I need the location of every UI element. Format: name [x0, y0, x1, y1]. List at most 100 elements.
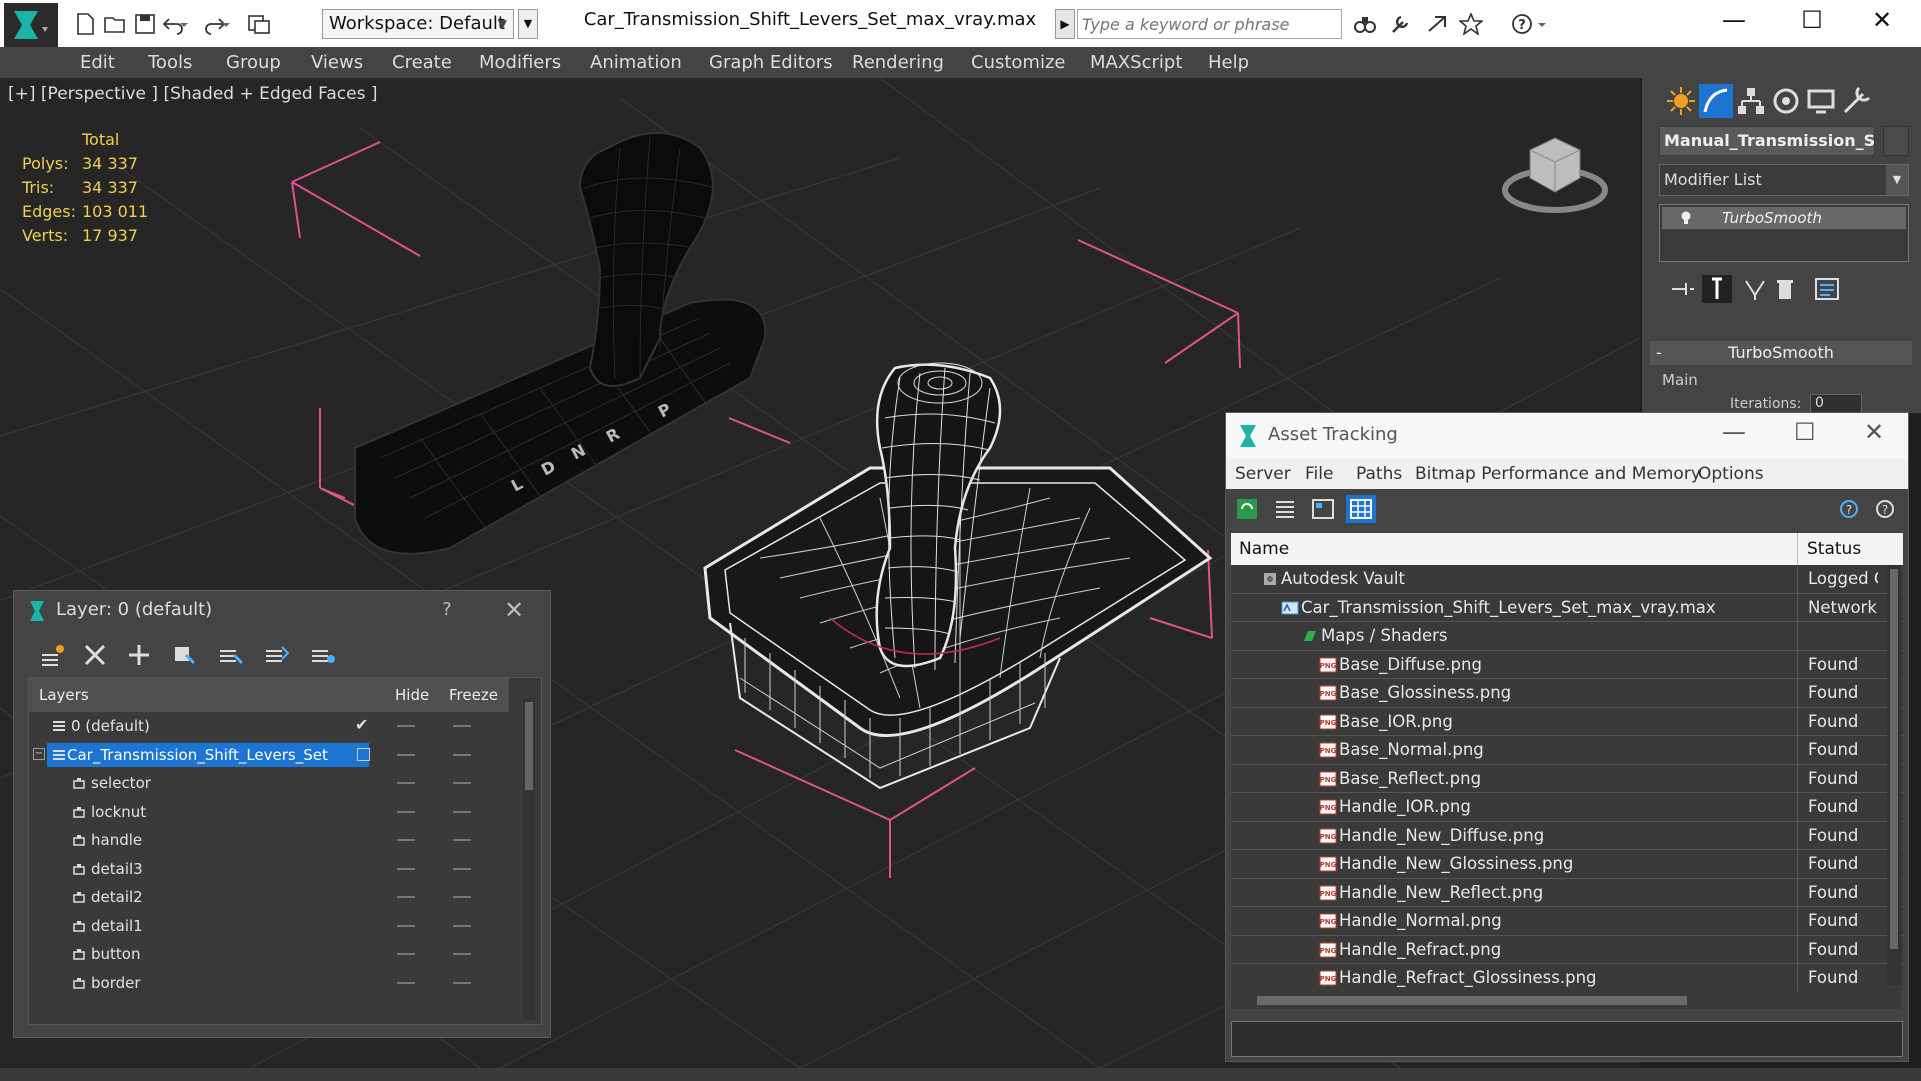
utilities-tab-icon[interactable]: [1839, 84, 1873, 118]
help-dropdown-icon[interactable]: [1536, 10, 1548, 38]
motion-tab-icon[interactable]: [1769, 84, 1803, 118]
freeze-toggle[interactable]: [453, 953, 471, 955]
freeze-toggle[interactable]: [453, 810, 471, 813]
vertical-scrollbar[interactable]: [1887, 565, 1901, 985]
menu-customize[interactable]: Customize: [971, 47, 1065, 78]
status-column-header[interactable]: Status: [1807, 539, 1861, 559]
wrench-icon[interactable]: [1386, 10, 1416, 38]
layer-active-toggle[interactable]: [357, 747, 370, 761]
hide-toggle[interactable]: [397, 953, 415, 955]
search-input[interactable]: [1077, 9, 1342, 39]
hide-toggle[interactable]: [397, 782, 415, 784]
menu-paths[interactable]: Paths: [1356, 464, 1402, 484]
help-icon[interactable]: ?: [442, 599, 452, 620]
horizontal-scrollbar[interactable]: [1231, 991, 1901, 1009]
move-to-layer-icon[interactable]: [262, 641, 292, 669]
asset-row[interactable]: PNG Handle_IOR.png Found: [1231, 793, 1903, 822]
menu-edit[interactable]: Edit: [80, 47, 115, 78]
freeze-toggle[interactable]: [453, 725, 471, 727]
layer-object-row[interactable]: locknut: [29, 798, 509, 827]
create-tab-icon[interactable]: [1664, 84, 1698, 118]
undo-dropdown-icon[interactable]: [178, 10, 190, 38]
hide-column-header[interactable]: Hide: [395, 686, 429, 704]
asset-row[interactable]: PNG Base_Glossiness.png Found: [1231, 679, 1903, 708]
hide-toggle[interactable]: [397, 896, 415, 898]
modify-tab-icon[interactable]: [1699, 84, 1733, 118]
asset-row[interactable]: PNG Base_Normal.png Found: [1231, 736, 1903, 765]
asset-row[interactable]: PNG Handle_New_Diffuse.png Found: [1231, 821, 1903, 850]
iterations-spinner[interactable]: 0: [1810, 394, 1862, 413]
menu-file[interactable]: File: [1305, 464, 1333, 484]
modifier-stack[interactable]: TurboSmooth: [1659, 204, 1909, 262]
asset-row[interactable]: PNG Handle_New_Glossiness.png Found: [1231, 850, 1903, 879]
layers-column-header[interactable]: Layers: [39, 686, 89, 704]
scrollbar-thumb[interactable]: [1257, 996, 1687, 1005]
hide-toggle[interactable]: [397, 867, 415, 870]
menu-tools[interactable]: Tools: [148, 47, 192, 78]
asset-row[interactable]: Autodesk Vault Logged O: [1231, 565, 1903, 594]
modifier-stack-item[interactable]: TurboSmooth: [1662, 207, 1906, 229]
menu-graph-editors[interactable]: Graph Editors: [709, 47, 833, 78]
thumbnail-view-icon[interactable]: [1308, 495, 1338, 523]
menu-help[interactable]: Help: [1208, 47, 1249, 78]
menu-views[interactable]: Views: [311, 47, 363, 78]
hide-toggle[interactable]: [397, 725, 415, 727]
menu-animation[interactable]: Animation: [590, 47, 682, 78]
viewcube-icon[interactable]: [1500, 120, 1610, 220]
hide-toggle[interactable]: [397, 839, 415, 841]
display-tab-icon[interactable]: [1804, 84, 1838, 118]
asset-window-titlebar[interactable]: Asset Tracking — ☐ ✕: [1226, 413, 1908, 459]
layer-object-row[interactable]: button: [29, 940, 509, 969]
layer-object-row[interactable]: handle: [29, 826, 509, 855]
scrollbar-thumb[interactable]: [525, 702, 533, 790]
asset-row[interactable]: PNG Handle_New_Reflect.png Found: [1231, 878, 1903, 907]
list-view-icon[interactable]: [1270, 495, 1300, 523]
freeze-toggle[interactable]: [453, 753, 471, 756]
freeze-column-header[interactable]: Freeze: [449, 686, 498, 704]
modifier-list-dropdown[interactable]: Modifier List ▼: [1659, 164, 1909, 196]
table-view-icon[interactable]: [1346, 495, 1376, 523]
help-icon[interactable]: ?: [1507, 10, 1537, 38]
asset-path-field[interactable]: [1231, 1021, 1903, 1057]
close-icon[interactable]: ✕: [504, 596, 524, 624]
favorites-star-icon[interactable]: [1456, 10, 1486, 38]
highlight-selected-icon[interactable]: [216, 641, 246, 669]
freeze-toggle[interactable]: [453, 839, 471, 841]
layer-object-row[interactable]: detail2: [29, 883, 509, 912]
hide-toggle[interactable]: [397, 924, 415, 927]
app-logo-icon[interactable]: [4, 3, 58, 47]
refresh-icon[interactable]: [1232, 495, 1262, 523]
workspace-select[interactable]: Workspace: Default ▼: [322, 9, 514, 39]
name-column-header[interactable]: Name: [1239, 539, 1289, 559]
configure-modifier-sets-icon[interactable]: [1812, 275, 1842, 303]
object-color-swatch[interactable]: [1883, 126, 1909, 156]
open-file-icon[interactable]: [100, 10, 130, 38]
minimize-button[interactable]: —: [1704, 4, 1764, 36]
column-divider[interactable]: [1797, 533, 1798, 565]
asset-row[interactable]: PNG Base_Diffuse.png Found: [1231, 650, 1903, 679]
new-file-icon[interactable]: [70, 10, 100, 38]
freeze-toggle[interactable]: [453, 924, 471, 927]
layer-object-row[interactable]: border: [29, 969, 509, 998]
layer-row[interactable]: 0 (default) ✔: [29, 712, 509, 741]
object-name-field[interactable]: Manual_Transmission_Shift_: [1659, 126, 1875, 156]
make-unique-icon[interactable]: [1740, 275, 1770, 303]
redo-dropdown-icon[interactable]: [220, 10, 232, 38]
add-layer-icon[interactable]: [124, 641, 154, 669]
freeze-toggle[interactable]: [453, 896, 471, 898]
freeze-toggle[interactable]: [453, 867, 471, 870]
menu-options[interactable]: Options: [1698, 464, 1764, 484]
layer-object-row[interactable]: selector: [29, 769, 509, 798]
hide-toggle[interactable]: [397, 753, 415, 756]
menu-maxscript[interactable]: MAXScript: [1090, 47, 1182, 78]
vertical-scrollbar[interactable]: [523, 698, 535, 1020]
menu-rendering[interactable]: Rendering: [852, 47, 944, 78]
viewport-label[interactable]: [+] [Perspective ] [Shaded + Edged Faces…: [8, 84, 377, 104]
freeze-toggle[interactable]: [453, 981, 471, 984]
hierarchy-tab-icon[interactable]: [1734, 84, 1768, 118]
minimize-button[interactable]: —: [1722, 418, 1746, 446]
layer-object-row[interactable]: detail3: [29, 855, 509, 884]
search-expand-button[interactable]: ▶: [1055, 9, 1075, 39]
workspace-menu-button[interactable]: ▼: [518, 9, 538, 39]
select-objects-icon[interactable]: [170, 641, 200, 669]
